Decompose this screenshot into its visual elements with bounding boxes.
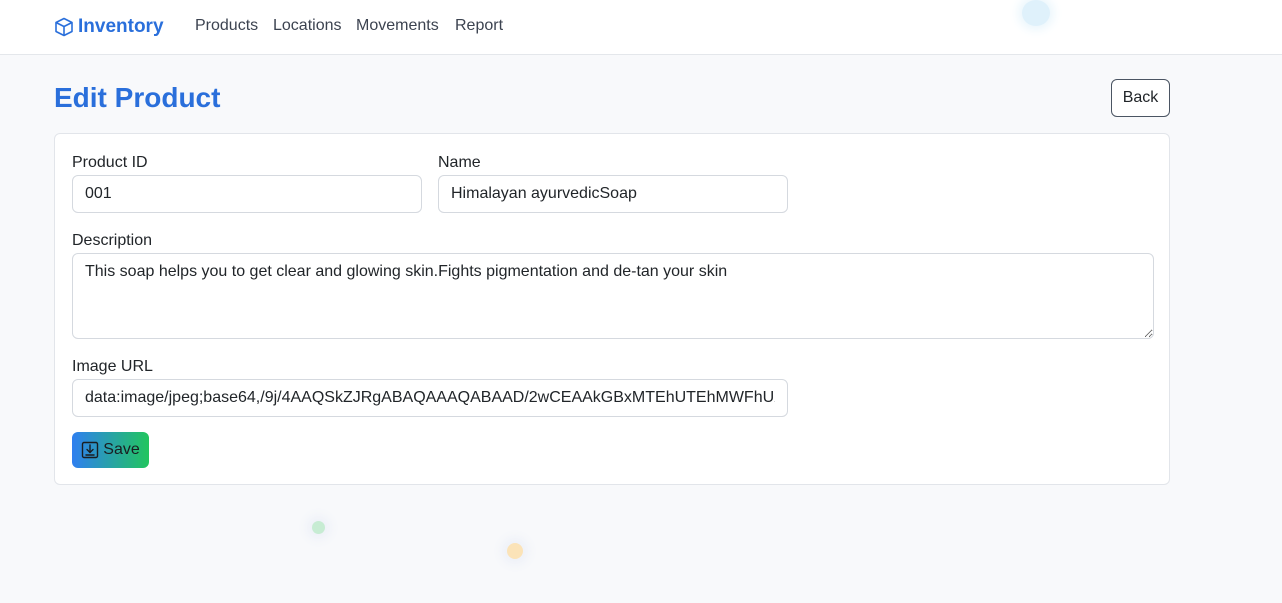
decorative-bubble [312,521,325,534]
name-label: Name [438,154,481,171]
box-icon [55,17,73,37]
nav-link-report[interactable]: Report [455,17,503,35]
description-field[interactable]: This soap helps you to get clear and glo… [72,253,1154,339]
image-url-field[interactable] [72,379,788,417]
page-title: Edit Product [54,82,221,113]
back-button[interactable]: Back [1111,79,1170,117]
edit-product-form: Product ID Name Description This soap he… [54,133,1170,485]
save-button[interactable]: Save [72,432,149,468]
brand-link[interactable]: Inventory [54,14,164,40]
nav-link-movements[interactable]: Movements [356,17,439,35]
decorative-bubble [1022,0,1050,26]
save-button-label: Save [103,441,140,458]
nav-link-locations[interactable]: Locations [273,17,342,35]
decorative-bubble [507,543,523,559]
nav-link-products[interactable]: Products [195,17,258,35]
top-navbar: Inventory Products Locations Movements R… [0,0,1282,55]
product-id-field[interactable] [72,175,422,213]
brand-label: Inventory [78,16,164,37]
product-id-label: Product ID [72,154,148,171]
name-field[interactable] [438,175,788,213]
save-download-icon [82,441,99,459]
description-label: Description [72,232,153,249]
image-url-label: Image URL [72,358,153,375]
